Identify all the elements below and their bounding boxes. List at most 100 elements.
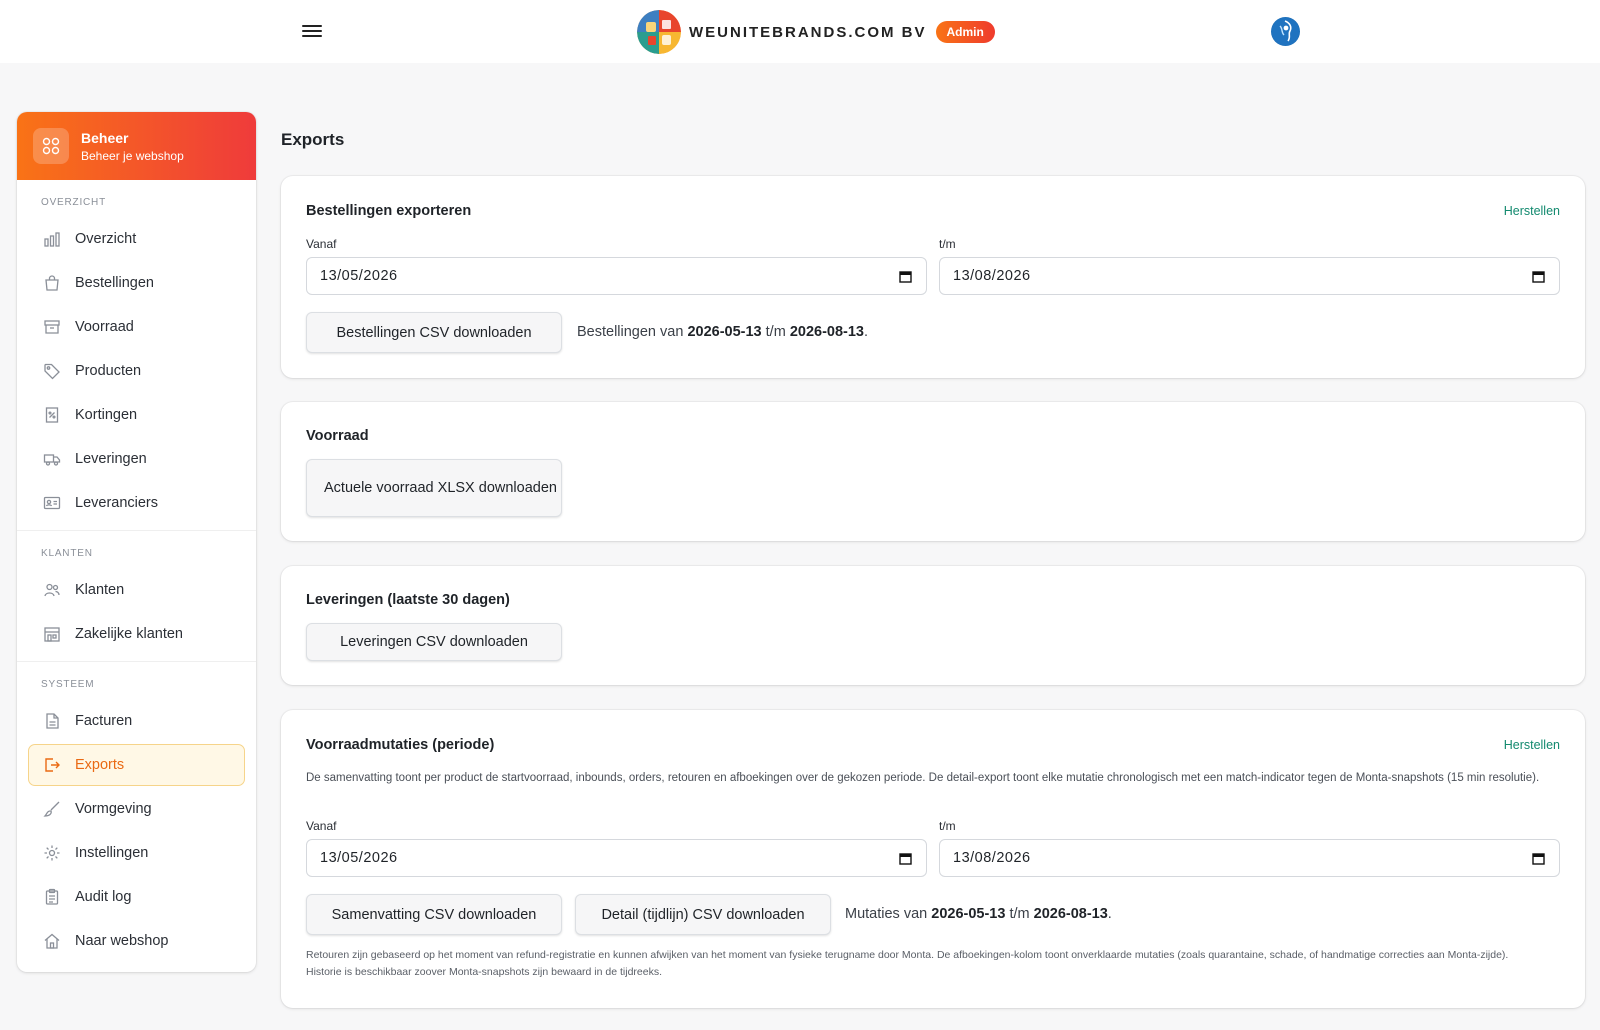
- users-icon: [42, 580, 62, 600]
- discount-receipt-icon: [42, 405, 62, 425]
- card-title: Bestellingen exporteren: [306, 203, 472, 219]
- sidebar-section-overzicht: OVERZICHT Overzicht Bestellingen Voorraa…: [17, 180, 256, 524]
- card-title: Leveringen (laatste 30 dagen): [306, 592, 510, 608]
- sidebar-item-exports[interactable]: Exports: [28, 744, 245, 786]
- archive-box-icon: [42, 317, 62, 337]
- summary-end: .: [864, 324, 869, 340]
- from-date-input[interactable]: 13/05/2026: [306, 257, 927, 295]
- globe-avatar-icon[interactable]: [1271, 17, 1300, 46]
- summary-mid: t/m: [1009, 906, 1030, 922]
- sidebar: Beheer Beheer je webshop OVERZICHT Overz…: [17, 112, 256, 972]
- to-label: t/m: [939, 819, 956, 833]
- clipboard-icon: [42, 887, 62, 907]
- card-title: Voorraad: [306, 428, 369, 444]
- sidebar-section-klanten: KLANTEN Klanten Zakelijke klanten: [17, 530, 256, 655]
- sidebar-item-label: Exports: [75, 757, 125, 773]
- sidebar-item-naar-webshop[interactable]: Naar webshop: [28, 920, 245, 962]
- sidebar-item-label: Instellingen: [75, 845, 149, 861]
- brand-name: WEUNITEBRANDS.COM BV: [689, 23, 927, 41]
- sidebar-item-audit-log[interactable]: Audit log: [28, 876, 245, 918]
- from-date-value: 13/05/2026: [320, 268, 398, 284]
- sidebar-item-klanten[interactable]: Klanten: [28, 569, 245, 611]
- sidebar-item-producten[interactable]: Producten: [28, 350, 245, 392]
- sidebar-item-label: Overzicht: [75, 231, 137, 247]
- to-date-input[interactable]: 13/08/2026: [939, 257, 1560, 295]
- orders-csv-download-button[interactable]: Bestellingen CSV downloaden: [306, 312, 562, 353]
- sidebar-item-leveranciers[interactable]: Leveranciers: [28, 482, 245, 524]
- section-label: SYSTEEM: [41, 679, 95, 690]
- calendar-icon[interactable]: [899, 852, 912, 865]
- from-date-value: 13/05/2026: [320, 850, 398, 866]
- building-icon: [42, 624, 62, 644]
- sidebar-item-kortingen[interactable]: Kortingen: [28, 394, 245, 436]
- gear-icon: [42, 843, 62, 863]
- to-label: t/m: [939, 237, 956, 251]
- document-icon: [42, 711, 62, 731]
- orders-export-card: Bestellingen exporteren Herstellen Vanaf…: [281, 176, 1585, 378]
- sidebar-item-label: Leveringen: [75, 451, 147, 467]
- sidebar-title: Beheer: [81, 129, 129, 146]
- brand[interactable]: WEUNITEBRANDS.COM BV Admin: [637, 10, 995, 54]
- mutations-note: Retouren zijn gebaseerd op het moment va…: [306, 949, 1509, 978]
- shopping-bag-icon: [42, 273, 62, 293]
- sidebar-item-label: Producten: [75, 363, 142, 379]
- sidebar-item-overzicht[interactable]: Overzicht: [28, 218, 245, 260]
- stock-export-card: Voorraad Actuele voorraad XLSX downloade…: [281, 402, 1585, 541]
- card-title: Voorraadmutaties (periode): [306, 737, 495, 753]
- summary-csv-download-button[interactable]: Samenvatting CSV downloaden: [306, 894, 562, 935]
- sidebar-section-systeem: SYSTEEM Facturen Exports Vormgeving Inst…: [17, 661, 256, 962]
- stock-mutations-card: Voorraadmutaties (periode) Herstellen De…: [281, 710, 1585, 1008]
- detail-csv-download-button[interactable]: Detail (tijdlijn) CSV downloaden: [575, 894, 831, 935]
- stock-xlsx-download-button[interactable]: Actuele voorraad XLSX downloaden: [306, 459, 562, 517]
- reset-link[interactable]: Herstellen: [1504, 204, 1560, 218]
- sidebar-item-label: Klanten: [75, 582, 125, 598]
- summary-to: 2026-08-13: [1033, 906, 1108, 922]
- from-label: Vanaf: [306, 237, 337, 251]
- sidebar-item-label: Voorraad: [75, 319, 134, 335]
- calendar-icon[interactable]: [1532, 270, 1545, 283]
- brush-icon: [42, 799, 62, 819]
- calendar-icon[interactable]: [1532, 852, 1545, 865]
- sidebar-item-label: Kortingen: [75, 407, 138, 423]
- from-label: Vanaf: [306, 819, 337, 833]
- deliveries-csv-download-button[interactable]: Leveringen CSV downloaden: [306, 623, 562, 661]
- sidebar-item-label: Bestellingen: [75, 275, 154, 291]
- sidebar-item-label: Naar webshop: [75, 933, 169, 949]
- summary-to: 2026-08-13: [789, 324, 864, 340]
- bar-chart-icon: [42, 229, 62, 249]
- sidebar-item-vormgeving[interactable]: Vormgeving: [28, 788, 245, 830]
- sidebar-subtitle: Beheer je webshop: [81, 148, 184, 163]
- sidebar-item-label: Audit log: [75, 889, 132, 905]
- summary-mid: t/m: [765, 324, 786, 340]
- summary-prefix: Bestellingen van: [577, 324, 684, 340]
- to-date-value: 13/08/2026: [953, 850, 1031, 866]
- sidebar-item-instellingen[interactable]: Instellingen: [28, 832, 245, 874]
- orders-range-summary: Bestellingen van 2026-05-13 t/m 2026-08-…: [577, 324, 868, 340]
- sidebar-item-voorraad[interactable]: Voorraad: [28, 306, 245, 348]
- summary-end: .: [1107, 906, 1112, 922]
- calendar-icon[interactable]: [899, 270, 912, 283]
- grid-icon: [33, 128, 69, 164]
- section-label: OVERZICHT: [41, 197, 106, 208]
- top-header: WEUNITEBRANDS.COM BV Admin: [0, 0, 1600, 63]
- sidebar-item-facturen[interactable]: Facturen: [28, 700, 245, 742]
- id-card-icon: [42, 493, 62, 513]
- hamburger-menu-icon[interactable]: [302, 22, 322, 40]
- deliveries-export-card: Leveringen (laatste 30 dagen) Leveringen…: [281, 566, 1585, 685]
- summary-from: 2026-05-13: [687, 324, 762, 340]
- home-icon: [42, 931, 62, 951]
- brand-logo: [637, 10, 681, 54]
- to-date-value: 13/08/2026: [953, 268, 1031, 284]
- sidebar-item-bestellingen[interactable]: Bestellingen: [28, 262, 245, 304]
- from-date-input[interactable]: 13/05/2026: [306, 839, 927, 877]
- sidebar-item-label: Zakelijke klanten: [75, 626, 183, 642]
- reset-link[interactable]: Herstellen: [1504, 738, 1560, 752]
- tag-icon: [42, 361, 62, 381]
- sidebar-header: Beheer Beheer je webshop: [17, 112, 256, 180]
- sidebar-item-leveringen[interactable]: Leveringen: [28, 438, 245, 480]
- sidebar-item-label: Facturen: [75, 713, 133, 729]
- summary-prefix: Mutaties van: [845, 906, 928, 922]
- sidebar-item-zakelijke-klanten[interactable]: Zakelijke klanten: [28, 613, 245, 655]
- admin-badge: Admin: [935, 21, 995, 43]
- to-date-input[interactable]: 13/08/2026: [939, 839, 1560, 877]
